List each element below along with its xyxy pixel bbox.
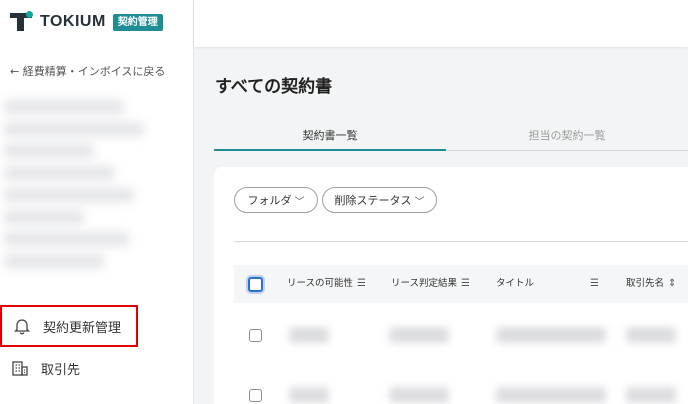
sidebar-blurred-content	[4, 92, 154, 292]
chevron-down-icon: ﹀	[414, 196, 425, 208]
folder-filter-button[interactable]: フォルダ ﹀	[234, 187, 318, 213]
blurred-cell	[389, 327, 449, 343]
column-header-title[interactable]: タイトル	[496, 265, 534, 303]
sidebar: TOKIUM 契約管理 ← 経費精算・インボイスに戻る 契約更新管理 取引先	[0, 0, 194, 404]
delete-status-filter-label: 削除ステータス	[334, 194, 412, 207]
sort-icon[interactable]: ⇕	[668, 278, 676, 289]
blurred-cell	[289, 387, 329, 403]
blurred-cell	[389, 387, 449, 403]
brand-name: TOKIUM	[40, 13, 106, 30]
tokium-logo-icon	[10, 11, 36, 33]
column-header-lease-possibility[interactable]: リースの可能性 ☰	[287, 265, 366, 303]
filter-sliders-icon[interactable]: ☰	[461, 278, 470, 289]
blurred-cell	[626, 327, 676, 343]
blurred-cell	[289, 327, 329, 343]
blurred-cell	[496, 327, 606, 343]
row-checkbox[interactable]	[249, 389, 262, 402]
folder-filter-label: フォルダ	[247, 194, 292, 207]
sidebar-item-contract-renewal[interactable]: 契約更新管理	[0, 305, 138, 347]
filter-sliders-icon[interactable]: ☰	[357, 278, 366, 289]
chevron-down-icon: ﹀	[294, 196, 305, 208]
delete-status-filter-button[interactable]: 削除ステータス ﹀	[322, 187, 437, 213]
sidebar-item-label: 取引先	[41, 362, 81, 378]
product-badge: 契約管理	[112, 13, 163, 31]
row-checkbox[interactable]	[249, 329, 262, 342]
sidebar-item-label: 契約更新管理	[43, 320, 122, 336]
column-header-lease-result[interactable]: リース判定結果 ☰	[391, 265, 470, 303]
tab-contract-list[interactable]: 契約書一覧	[214, 125, 446, 151]
column-header-partner-name[interactable]: 取引先名 ⇕	[626, 265, 676, 303]
select-all-checkbox[interactable]	[248, 277, 263, 292]
bell-icon	[13, 317, 31, 335]
brand-logo[interactable]: TOKIUM 契約管理	[10, 11, 163, 33]
contract-list-card: フォルダ ﹀ 削除ステータス ﹀ リースの可能性 ☰ リース判定結果 ☰ タイトル …	[214, 167, 688, 404]
page-title: すべての契約書	[215, 77, 333, 97]
divider	[234, 241, 688, 242]
blurred-cell	[626, 387, 676, 403]
sidebar-item-partners[interactable]: 取引先	[0, 348, 194, 388]
tab-assigned-contracts[interactable]: 担当の契約一覧	[446, 125, 688, 151]
tab-bar: 契約書一覧 担当の契約一覧	[214, 125, 688, 151]
top-header-bar	[194, 0, 688, 47]
building-icon	[11, 359, 29, 377]
table-row[interactable]	[234, 307, 688, 363]
back-to-expense-link[interactable]: ← 経費精算・インボイスに戻る	[10, 63, 165, 79]
table-row[interactable]	[234, 367, 688, 404]
blurred-cell	[496, 387, 606, 403]
filter-sliders-icon[interactable]: ☰	[586, 265, 599, 303]
table-header: リースの可能性 ☰ リース判定結果 ☰ タイトル ☰ 取引先名 ⇕	[234, 265, 688, 303]
